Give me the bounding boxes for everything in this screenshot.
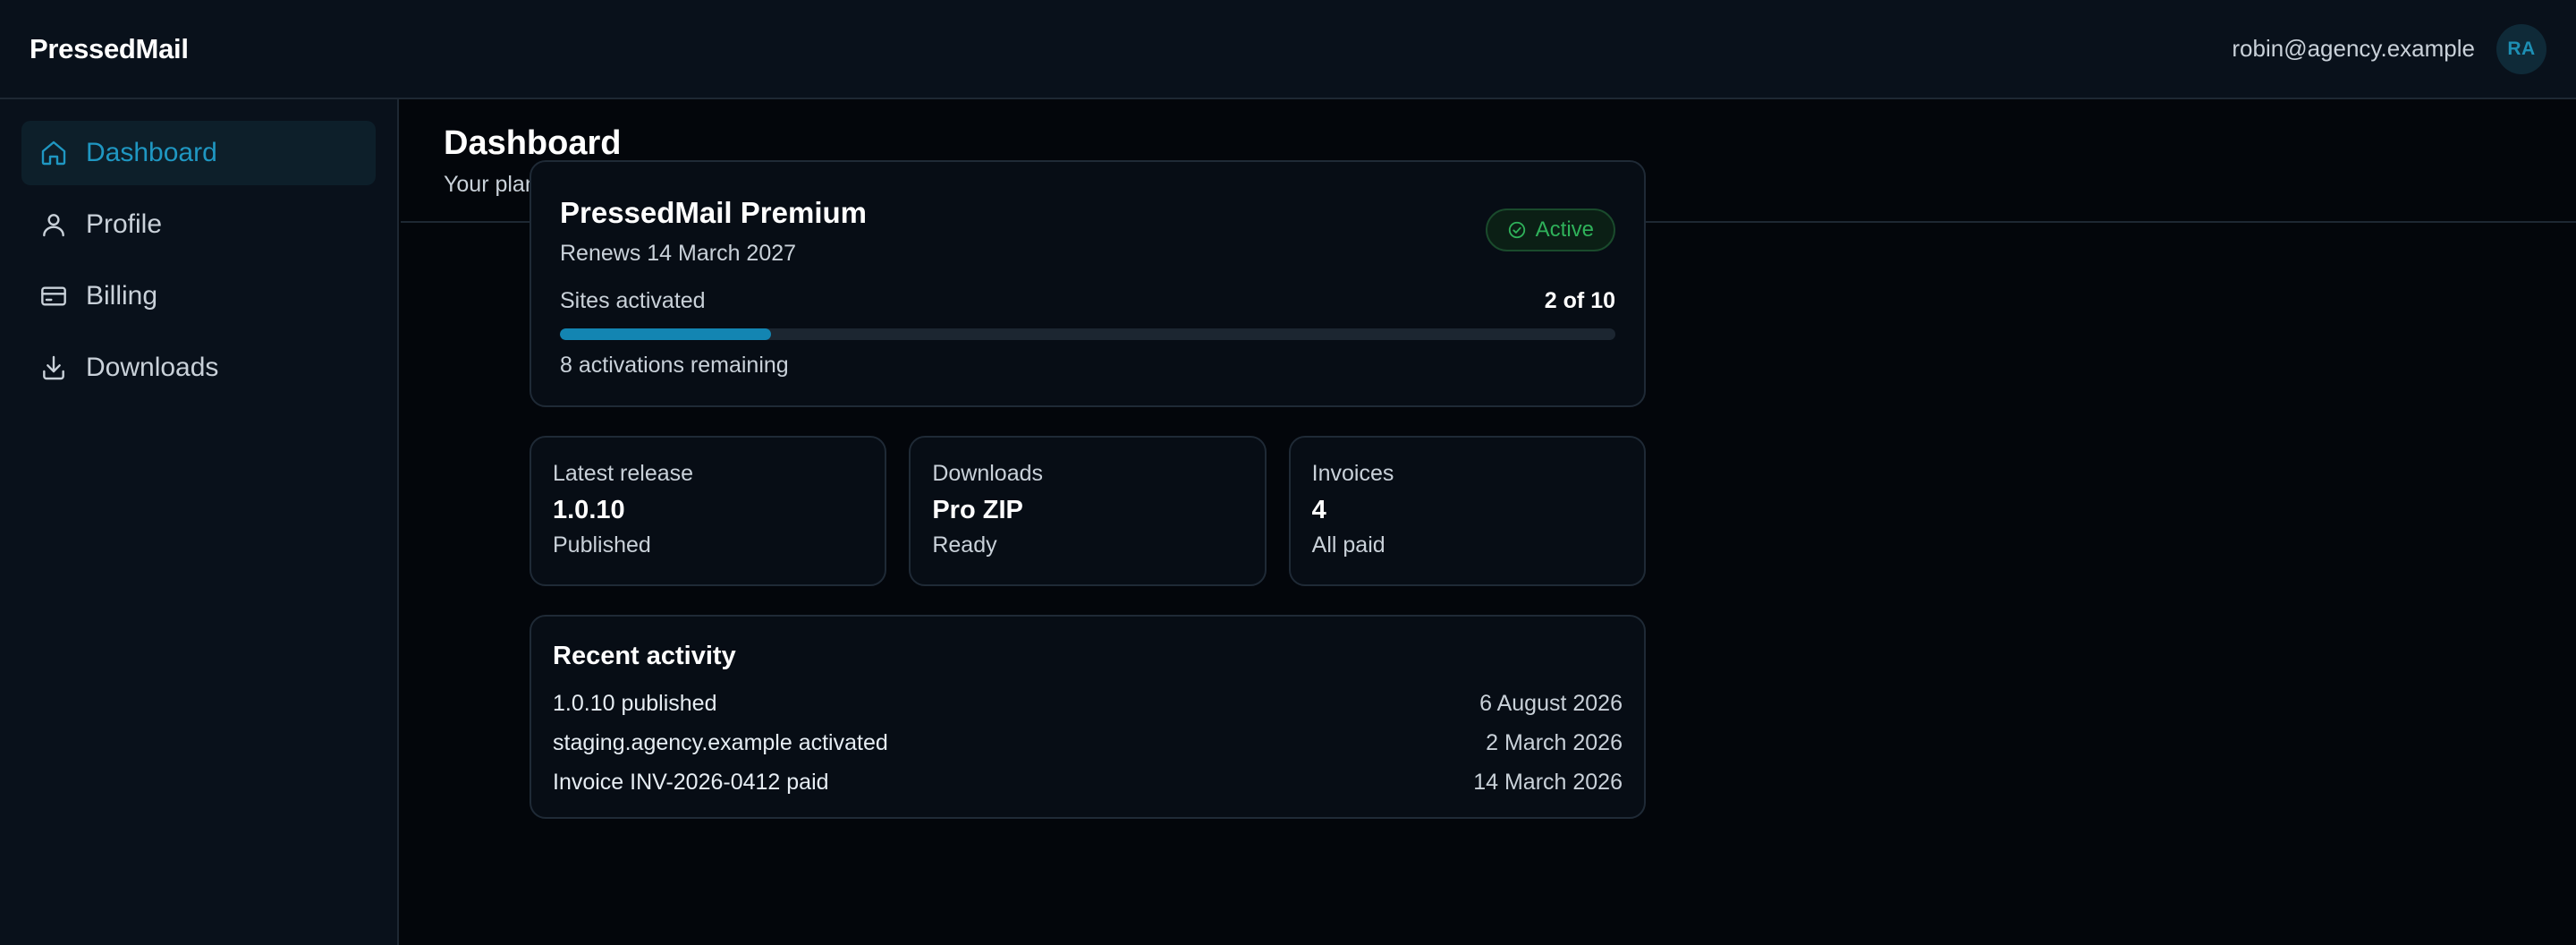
- user-email: robin@agency.example: [2232, 35, 2475, 62]
- stat-label: Latest release: [553, 461, 694, 486]
- sidebar-item-label: Billing: [86, 281, 158, 311]
- dashboard-content: PressedMail Premium Renews 14 March 2027…: [530, 160, 1646, 819]
- stat-value: Pro ZIP: [932, 496, 1023, 524]
- activity-date: 6 August 2026: [1479, 690, 1623, 716]
- stat-subtext: All paid: [1311, 532, 1385, 558]
- avatar[interactable]: RA: [2496, 23, 2546, 74]
- download-icon: [39, 353, 68, 382]
- status-badge: Active: [1485, 209, 1615, 251]
- stat-card-latest-release: Latest release 1.0.10 Published: [530, 436, 887, 586]
- stat-label: Downloads: [932, 461, 1044, 486]
- activity-row: staging.agency.example activated 2 March…: [553, 723, 1623, 762]
- plan-card: PressedMail Premium Renews 14 March 2027…: [530, 160, 1646, 407]
- activations-remaining: 8 activations remaining: [560, 353, 789, 378]
- brand-logo-text[interactable]: PressedMail: [30, 33, 189, 65]
- home-icon: [39, 139, 68, 167]
- top-bar: PressedMail robin@agency.example RA: [0, 0, 2576, 99]
- activity-row: Invoice INV-2026-0412 paid 14 March 2026: [553, 762, 1623, 802]
- stat-label: Invoices: [1311, 461, 1394, 486]
- user-icon: [39, 210, 68, 239]
- activity-date: 14 March 2026: [1473, 769, 1623, 795]
- activity-text: 1.0.10 published: [553, 690, 717, 716]
- stat-card-invoices: Invoices 4 All paid: [1288, 436, 1646, 586]
- plan-renewal-date: Renews 14 March 2027: [560, 241, 797, 266]
- stats-row: Latest release 1.0.10 Published Download…: [530, 436, 1646, 586]
- sidebar-item-label: Downloads: [86, 353, 219, 382]
- plan-name: PressedMail Premium: [560, 196, 867, 229]
- sites-usage-row: Sites activated 2 of 10: [560, 288, 1615, 314]
- stat-subtext: Ready: [932, 532, 997, 558]
- sidebar: Dashboard Profile Billing Downloads: [0, 99, 399, 945]
- credit-card-icon: [39, 282, 68, 311]
- activity-date: 2 March 2026: [1486, 729, 1623, 755]
- stat-subtext: Published: [553, 532, 651, 558]
- sidebar-item-profile[interactable]: Profile: [21, 192, 376, 257]
- stat-value: 4: [1311, 496, 1326, 524]
- stat-card-downloads: Downloads Pro ZIP Ready: [909, 436, 1267, 586]
- activity-row: 1.0.10 published 6 August 2026: [553, 684, 1623, 723]
- recent-activity-card: Recent activity 1.0.10 published 6 Augus…: [530, 615, 1646, 819]
- sites-progress-fill: [560, 328, 771, 340]
- sites-progress-bar: [560, 328, 1615, 340]
- activity-text: staging.agency.example activated: [553, 729, 888, 755]
- user-menu[interactable]: robin@agency.example RA: [2232, 23, 2546, 74]
- sidebar-item-label: Dashboard: [86, 138, 217, 167]
- sites-activated-label: Sites activated: [560, 288, 706, 313]
- stat-value: 1.0.10: [553, 496, 625, 524]
- sidebar-item-downloads[interactable]: Downloads: [21, 336, 376, 400]
- page-title: Dashboard: [444, 124, 622, 162]
- activity-text: Invoice INV-2026-0412 paid: [553, 769, 829, 795]
- sidebar-item-label: Profile: [86, 209, 163, 239]
- sidebar-item-billing[interactable]: Billing: [21, 264, 376, 328]
- check-circle-icon: [1508, 221, 1525, 239]
- status-badge-label: Active: [1535, 217, 1594, 242]
- sidebar-item-dashboard[interactable]: Dashboard: [21, 121, 376, 185]
- sites-activated-value: 2 of 10: [1544, 288, 1615, 313]
- recent-activity-title: Recent activity: [553, 642, 736, 670]
